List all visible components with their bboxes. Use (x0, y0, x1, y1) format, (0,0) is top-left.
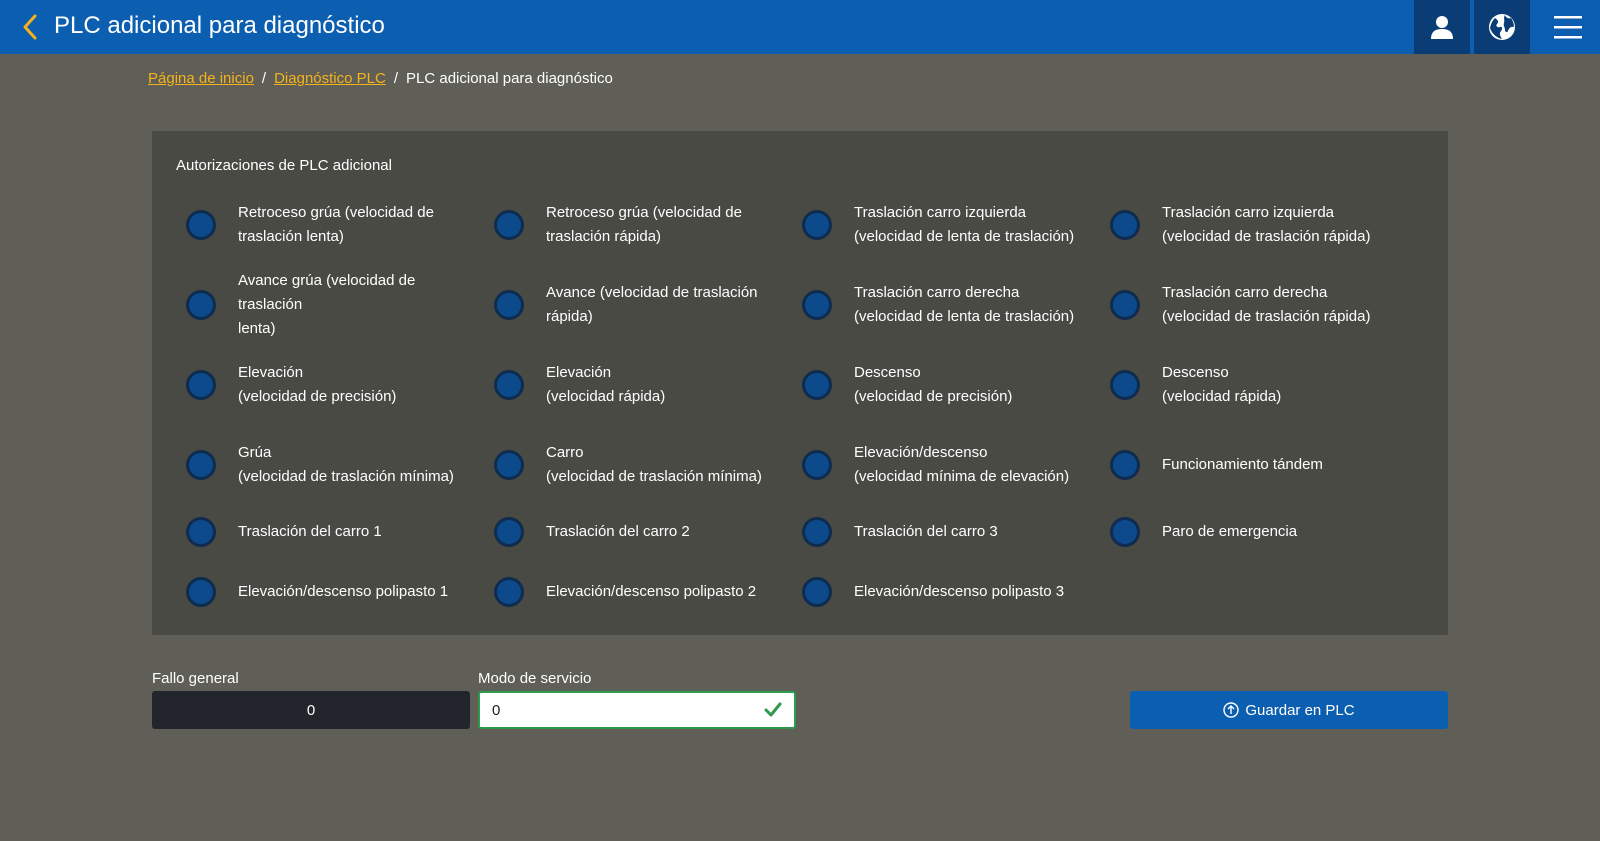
back-button[interactable] (16, 12, 44, 42)
breadcrumb-separator: / (393, 70, 398, 87)
breadcrumb-separator: / (261, 70, 267, 87)
authorization-item: Elevación (velocidad de precisión) (176, 361, 476, 409)
authorization-item: Elevación (velocidad rápida) (484, 361, 784, 409)
status-indicator (494, 290, 524, 320)
authorization-label: Avance grúa (velocidad de traslación len… (238, 272, 416, 337)
authorization-label: Elevación (velocidad de precisión) (238, 364, 397, 405)
authorization-item: Traslación carro derecha (velocidad de l… (792, 281, 1092, 329)
status-indicator (1110, 210, 1140, 240)
menu-button[interactable] (1544, 0, 1592, 54)
status-indicator (494, 517, 524, 547)
authorization-item: Retroceso grúa (velocidad de traslación … (484, 201, 784, 249)
page-title: PLC adicional para diagnóstico (54, 12, 385, 39)
status-indicator (1110, 517, 1140, 547)
breadcrumb-diagnostico-link[interactable]: Diagnóstico PLC (274, 69, 386, 89)
save-button-label: Guardar en PLC (1245, 701, 1355, 719)
fallo-general-label: Fallo general (152, 670, 239, 687)
authorization-label: Elevación/descenso polipasto 2 (546, 583, 757, 600)
authorization-item: Paro de emergencia (1100, 517, 1400, 547)
authorization-item: Descenso (velocidad de precisión) (792, 361, 1092, 409)
user-icon (1431, 16, 1453, 39)
check-icon (764, 702, 782, 717)
status-indicator (802, 210, 832, 240)
authorization-item: Traslación del carro 3 (792, 517, 1092, 547)
status-indicator (802, 517, 832, 547)
authorization-item: Grúa (velocidad de traslación mínima) (176, 441, 476, 489)
authorization-item: Elevación/descenso (velocidad mínima de … (792, 441, 1092, 489)
authorization-item: Descenso (velocidad rápida) (1100, 361, 1400, 409)
authorization-item: Traslación carro derecha (velocidad de t… (1100, 281, 1400, 329)
authorization-label: Traslación carro izquierda (velocidad de… (1162, 204, 1371, 245)
authorization-item: Traslación del carro 1 (176, 517, 476, 547)
authorization-label: Descenso (velocidad rápida) (1162, 364, 1282, 405)
status-indicator (802, 370, 832, 400)
authorization-item: Traslación del carro 2 (484, 517, 784, 547)
modo-servicio-field (478, 691, 796, 729)
status-indicator (1110, 370, 1140, 400)
authorization-label: Retroceso grúa (velocidad de traslación … (238, 204, 434, 245)
breadcrumb: Página de inicio / Diagnóstico PLC / PLC… (148, 69, 613, 89)
authorization-item: Avance grúa (velocidad de traslación len… (176, 272, 476, 337)
status-indicator (186, 517, 216, 547)
status-indicator (1110, 290, 1140, 320)
fallo-general-field: 0 (152, 691, 470, 729)
authorization-item: Traslación carro izquierda (velocidad de… (792, 201, 1092, 249)
authorization-item: Avance (velocidad de traslación rápida) (484, 281, 784, 329)
save-to-plc-button[interactable]: Guardar en PLC (1130, 691, 1448, 729)
authorization-item: Carro (velocidad de traslación mínima) (484, 441, 784, 489)
authorization-item: Elevación/descenso polipasto 1 (176, 577, 476, 607)
user-button[interactable] (1414, 0, 1470, 54)
authorization-label: Grúa (velocidad de traslación mínima) (238, 444, 454, 485)
authorization-item: Retroceso grúa (velocidad de traslación … (176, 201, 476, 249)
status-indicator (494, 370, 524, 400)
status-indicator (186, 450, 216, 480)
authorization-label: Elevación/descenso polipasto 3 (854, 583, 1065, 600)
upload-circle-icon (1223, 702, 1240, 718)
authorization-item: Traslación carro izquierda (velocidad de… (1100, 201, 1400, 249)
chevron-left-icon (23, 14, 37, 40)
authorization-label: Elevación/descenso (velocidad mínima de … (854, 444, 1070, 485)
authorization-label: Traslación carro izquierda (velocidad de… (854, 204, 1075, 245)
authorizations-panel: Autorizaciones de PLC adicional Retroces… (152, 131, 1448, 635)
authorization-label: Traslación del carro 1 (238, 523, 382, 540)
status-indicator (802, 290, 832, 320)
status-indicator (186, 290, 216, 320)
authorization-label: Funcionamiento tándem (1162, 456, 1323, 473)
app-header: PLC adicional para diagnóstico (0, 0, 1600, 54)
authorization-label: Traslación del carro 2 (546, 523, 690, 540)
authorization-label: Traslación del carro 3 (854, 523, 998, 540)
authorization-item: Elevación/descenso polipasto 2 (484, 577, 784, 607)
authorization-label: Descenso (velocidad de precisión) (854, 364, 1013, 405)
status-indicator (186, 370, 216, 400)
status-indicator (1110, 450, 1140, 480)
globe-icon (1489, 14, 1515, 40)
authorization-label: Elevación (velocidad rápida) (546, 364, 666, 405)
status-indicator (186, 210, 216, 240)
status-indicator (494, 577, 524, 607)
status-indicator (494, 450, 524, 480)
hamburger-menu-icon (1554, 16, 1582, 39)
status-indicator (186, 577, 216, 607)
authorization-label: Elevación/descenso polipasto 1 (238, 583, 449, 600)
authorization-label: Traslación carro derecha (velocidad de l… (854, 284, 1075, 325)
panel-title: Autorizaciones de PLC adicional (176, 157, 392, 174)
authorization-label: Paro de emergencia (1162, 523, 1298, 540)
status-indicator (802, 577, 832, 607)
authorization-label: Retroceso grúa (velocidad de traslación … (546, 204, 742, 245)
authorization-label: Carro (velocidad de traslación mínima) (546, 444, 762, 485)
modo-servicio-input[interactable] (492, 701, 752, 719)
language-button[interactable] (1474, 0, 1530, 54)
authorization-label: Avance (velocidad de traslación rápida) (546, 284, 758, 325)
status-indicator (802, 450, 832, 480)
status-indicator (494, 210, 524, 240)
authorization-label: Traslación carro derecha (velocidad de t… (1162, 284, 1371, 325)
authorization-item: Funcionamiento tándem (1100, 441, 1400, 489)
breadcrumb-home-link[interactable]: Página de inicio (148, 69, 254, 89)
breadcrumb-current: PLC adicional para diagnóstico (406, 70, 613, 87)
authorization-item: Elevación/descenso polipasto 3 (792, 577, 1092, 607)
modo-servicio-label: Modo de servicio (478, 670, 592, 687)
